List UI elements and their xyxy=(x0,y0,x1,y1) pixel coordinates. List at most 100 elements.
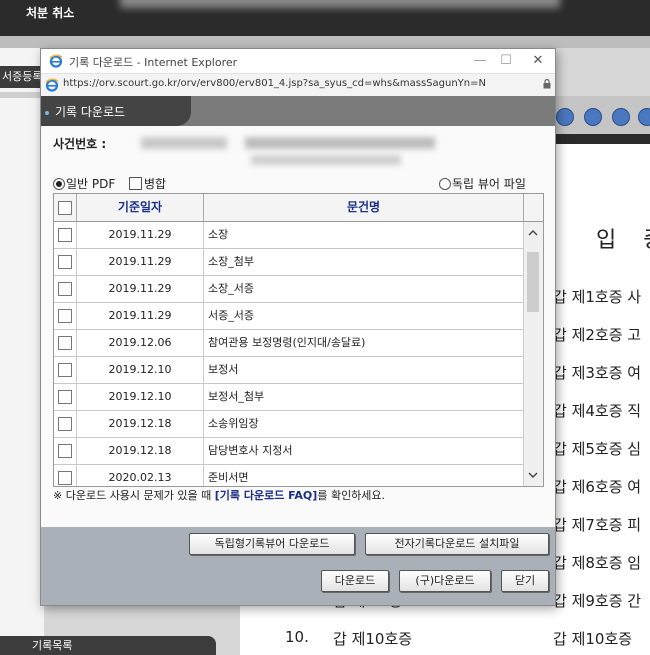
row-checkbox[interactable] xyxy=(58,444,72,458)
background-left-divider xyxy=(0,92,44,98)
row-checkbox[interactable] xyxy=(58,309,72,323)
scroll-down-icon[interactable] xyxy=(528,470,538,480)
background-toolbar-strip xyxy=(0,36,650,48)
normal-pdf-option[interactable]: 일반 PDF xyxy=(53,175,115,192)
evidence-row-entry: 갑 제7호증 피 xyxy=(553,516,642,534)
window-titlebar[interactable]: 기록 다운로드 - Internet Explorer — ☐ ✕ xyxy=(41,49,555,73)
row-document-name[interactable]: 소장_서증 xyxy=(204,276,527,302)
table-row[interactable]: 2019.12.10 보정서_첨부 xyxy=(54,384,523,411)
viewer-tool-icon[interactable] xyxy=(638,108,650,126)
normal-pdf-label: 일반 PDF xyxy=(66,177,116,191)
row-checkbox[interactable] xyxy=(58,336,72,350)
merge-checkbox[interactable] xyxy=(129,177,142,190)
row-document-name[interactable]: 서증_서증 xyxy=(204,303,527,329)
row-select-cell xyxy=(54,276,77,302)
evidence-row-entry: 갑 제10호증 xyxy=(553,630,633,648)
internet-explorer-icon xyxy=(45,78,59,92)
row-document-name[interactable]: 소장 xyxy=(204,222,527,248)
row-checkbox[interactable] xyxy=(58,390,72,404)
minimize-button[interactable]: — xyxy=(467,51,493,71)
row-document-name[interactable]: 소송위임장 xyxy=(204,411,527,437)
table-row[interactable]: 2019.11.29 소장_첨부 xyxy=(54,249,523,276)
address-bar[interactable]: https://orv.scourt.go.kr/orv/erv800/erv8… xyxy=(41,73,555,97)
evidence-row-entry: 갑 제5호증 심 xyxy=(553,440,642,458)
case-number-label: 사건번호 : xyxy=(53,137,107,151)
popup-header-title: 기록 다운로드 xyxy=(45,103,125,120)
redacted-case-name-line2 xyxy=(251,155,401,165)
evidence-row-entry: 갑 제4호증 직 xyxy=(553,402,642,420)
merge-label: 병합 xyxy=(144,177,167,191)
close-window-button[interactable]: ✕ xyxy=(525,51,551,71)
window-title: 기록 다운로드 - Internet Explorer xyxy=(69,56,238,69)
table-row[interactable]: 2019.12.18 담당변호사 지정서 xyxy=(54,438,523,465)
download-button[interactable]: 다운로드 xyxy=(321,570,389,592)
viewer-file-radio[interactable] xyxy=(439,177,451,190)
row-checkbox[interactable] xyxy=(58,471,72,485)
document-title: 입 증 xyxy=(596,228,650,253)
select-all-checkbox[interactable] xyxy=(58,201,72,215)
row-date: 2019.12.06 xyxy=(77,330,204,356)
document-column-header[interactable]: 문건명 xyxy=(204,194,524,221)
old-download-button[interactable]: (구)다운로드 xyxy=(399,570,491,592)
scroll-thumb[interactable] xyxy=(527,252,539,312)
close-button[interactable]: 닫기 xyxy=(501,570,549,592)
standalone-viewer-download-button[interactable]: 독립형기록뷰어 다운로드 xyxy=(189,533,355,555)
background-left-tab[interactable]: 서증등록 xyxy=(0,66,44,88)
table-row[interactable]: 2020.02.13 준비서면 xyxy=(54,465,523,486)
row-date: 2019.11.29 xyxy=(77,222,204,248)
row-document-name[interactable]: 담당변호사 지정서 xyxy=(204,438,527,464)
row-document-name[interactable]: 보정서 xyxy=(204,357,527,383)
table-row[interactable]: 2019.11.29 소장_서증 xyxy=(54,276,523,303)
row-select-cell xyxy=(54,384,77,410)
row-document-name[interactable]: 소장_첨부 xyxy=(204,249,527,275)
row-document-name[interactable]: 참여관용 보정명령(인지대/송달료) xyxy=(204,330,527,356)
row-document-name[interactable]: 보정서_첨부 xyxy=(204,384,527,410)
fit-page-icon[interactable] xyxy=(556,108,574,126)
document-table: 기준일자 문건명 2019.11.29 소장 2019.11.29 소장_첨부 2019… xyxy=(53,193,544,487)
table-row[interactable]: 2019.11.29 서증_서증 xyxy=(54,303,523,330)
popup-header-label: 기록 다운로드 xyxy=(55,105,126,119)
evidence-row-entry: 갑 제1호증 사 xyxy=(553,288,642,306)
popup-footer: 독립형기록뷰어 다운로드 전자기록다운로드 설치파일 다운로드 (구)다운로드 … xyxy=(41,527,555,605)
row-date: 2019.11.29 xyxy=(77,303,204,329)
row-select-cell xyxy=(54,438,77,464)
date-column-header[interactable]: 기준일자 xyxy=(77,194,204,221)
row-document-name[interactable]: 준비서면 xyxy=(204,465,527,486)
row-select-cell xyxy=(54,249,77,275)
faq-link[interactable]: [기록 다운로드 FAQ] xyxy=(215,489,318,502)
row-checkbox[interactable] xyxy=(58,228,72,242)
evidence-row-entry: 갑 제2호증 고 xyxy=(553,326,642,344)
evidence-row-entry: 갑 제3호증 여 xyxy=(553,364,642,382)
redacted-case-name xyxy=(245,137,435,149)
url-text[interactable]: https://orv.scourt.go.kr/orv/erv800/erv8… xyxy=(63,78,486,89)
scroll-up-icon[interactable] xyxy=(528,228,538,238)
background-bottom-tab[interactable]: 기록목록 xyxy=(0,636,216,655)
evidence-row-entry: 갑 제8호증 임 xyxy=(553,554,642,572)
installer-download-button[interactable]: 전자기록다운로드 설치파일 xyxy=(365,533,549,555)
row-date: 2019.11.29 xyxy=(77,276,204,302)
evidence-row-entry: 갑 제9호증 간 xyxy=(553,592,642,610)
row-checkbox[interactable] xyxy=(58,255,72,269)
rotate-left-icon[interactable] xyxy=(584,108,602,126)
row-checkbox[interactable] xyxy=(58,282,72,296)
table-scrollbar[interactable] xyxy=(523,222,543,486)
table-row[interactable]: 2019.12.18 소송위임장 xyxy=(54,411,523,438)
row-select-cell xyxy=(54,357,77,383)
row-select-cell xyxy=(54,303,77,329)
evidence-row-number: 10. xyxy=(285,628,309,646)
normal-pdf-radio[interactable] xyxy=(53,177,65,190)
row-select-cell xyxy=(54,411,77,437)
row-select-cell xyxy=(54,465,77,486)
maximize-button[interactable]: ☐ xyxy=(493,51,519,71)
rotate-right-icon[interactable] xyxy=(612,108,630,126)
merge-option[interactable]: 병합 xyxy=(129,175,166,192)
viewer-file-option[interactable]: 독립 뷰어 파일 xyxy=(439,175,526,192)
row-checkbox[interactable] xyxy=(58,363,72,377)
row-date: 2019.12.10 xyxy=(77,384,204,410)
table-row[interactable]: 2019.12.06 참여관용 보정명령(인지대/송달료) xyxy=(54,330,523,357)
table-row[interactable]: 2019.11.29 소장 xyxy=(54,222,523,249)
row-checkbox[interactable] xyxy=(58,417,72,431)
table-row[interactable]: 2019.12.10 보정서 xyxy=(54,357,523,384)
evidence-row-entry: 갑 제6호증 여 xyxy=(553,478,642,496)
row-date: 2019.12.18 xyxy=(77,438,204,464)
